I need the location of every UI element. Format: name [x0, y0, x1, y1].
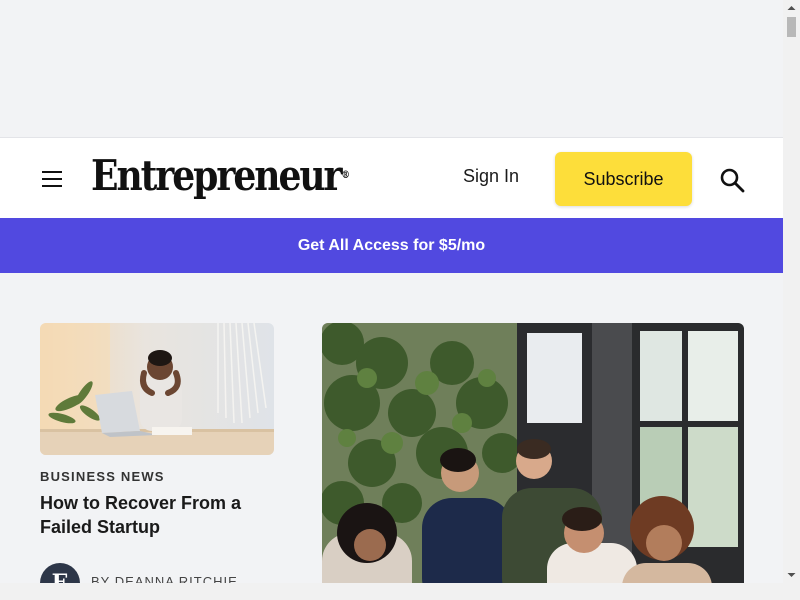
site-header: Entrepreneur® Sign In Subscribe — [0, 137, 783, 218]
all-access-promo-banner[interactable]: Get All Access for $5/mo — [0, 218, 783, 273]
horizontal-scrollbar[interactable] — [0, 583, 800, 600]
scroll-down-arrow-icon[interactable] — [783, 566, 800, 583]
article-byline: BY DEANNA RITCHIE — [91, 574, 238, 583]
ad-placeholder — [0, 0, 783, 137]
scroll-up-arrow-icon[interactable] — [783, 0, 800, 17]
sign-in-link[interactable]: Sign In — [463, 166, 519, 187]
article-headline[interactable]: How to Recover From a Failed Startup — [40, 491, 270, 539]
entrepreneur-logo[interactable]: Entrepreneur® — [91, 150, 350, 202]
scrollbar-thumb[interactable] — [787, 17, 796, 37]
search-icon[interactable] — [719, 167, 745, 193]
featured-article-image[interactable] — [322, 323, 744, 583]
hamburger-menu-icon[interactable] — [42, 171, 62, 187]
article-category-label[interactable]: BUSINESS NEWS — [40, 469, 165, 484]
author-avatar: E — [40, 563, 80, 583]
page: Entrepreneur® Sign In Subscribe Get All … — [0, 0, 783, 583]
article-thumbnail[interactable] — [40, 323, 274, 455]
vertical-scrollbar[interactable] — [783, 0, 800, 583]
subscribe-button[interactable]: Subscribe — [555, 152, 692, 206]
